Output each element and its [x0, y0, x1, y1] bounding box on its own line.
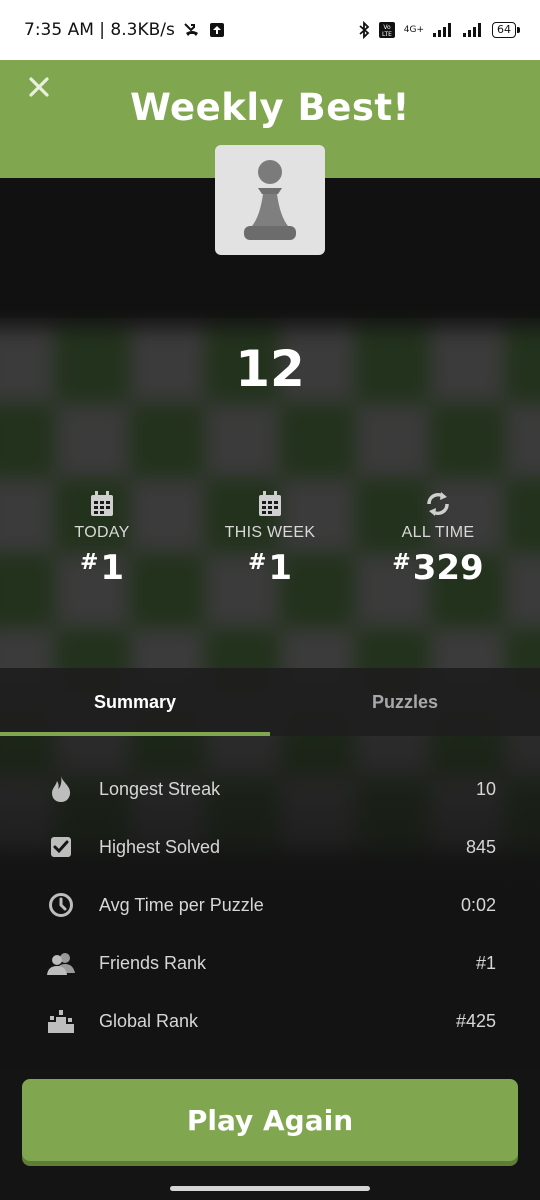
row-value: 0:02	[460, 894, 496, 915]
stat-label: ALL TIME	[401, 524, 475, 541]
friends-icon	[47, 953, 75, 975]
refresh-icon	[427, 492, 449, 516]
flame-icon	[52, 776, 71, 802]
row-value: 845	[465, 836, 496, 857]
stat-this-week: THIS WEEK #1	[180, 490, 360, 588]
stat-value: #329	[392, 548, 484, 588]
tab-bar: Summary Puzzles	[0, 668, 540, 736]
calendar-icon	[91, 491, 113, 516]
stat-label: THIS WEEK	[224, 524, 316, 541]
page-title: Weekly Best!	[130, 86, 410, 129]
bluetooth-icon	[358, 21, 370, 39]
podium-icon	[48, 1010, 74, 1033]
tab-summary[interactable]: Summary	[0, 668, 270, 736]
stat-number: 329	[412, 548, 484, 588]
summary-row-global-rank: Global Rank #425	[0, 992, 540, 1050]
tab-puzzles[interactable]: Puzzles	[270, 668, 540, 736]
stat-label: TODAY	[74, 524, 130, 541]
summary-row-avg-time: Avg Time per Puzzle 0:02	[0, 876, 540, 934]
summary-row-friends-rank: Friends Rank #1	[0, 934, 540, 992]
stat-number: 1	[100, 548, 125, 588]
row-value: #1	[475, 952, 496, 973]
upload-icon	[209, 22, 225, 38]
summary-row-highest-solved: Highest Solved 845	[0, 818, 540, 876]
row-label: Longest Streak	[99, 778, 221, 799]
home-indicator[interactable]	[170, 1186, 370, 1191]
status-bar: 7:35 AM | 8.3KB/s Vo LTE 4G+ 64	[0, 0, 540, 60]
clock-icon	[49, 893, 73, 917]
stat-value: #1	[79, 548, 125, 588]
stat-all-time: ALL TIME #329	[348, 490, 528, 588]
volte-icon: Vo LTE	[378, 21, 396, 39]
pawn-icon	[244, 160, 296, 240]
checkbox-icon	[51, 837, 71, 857]
signal-icon	[432, 22, 454, 38]
row-label: Global Rank	[99, 1010, 199, 1031]
svg-text:Vo: Vo	[383, 24, 391, 31]
network-type: 4G+	[403, 25, 424, 35]
signal-icon-2	[462, 22, 484, 38]
row-value: 10	[475, 778, 496, 799]
score-value: 12	[235, 340, 305, 398]
battery-icon: 64	[492, 22, 520, 38]
summary-row-longest-streak: Longest Streak 10	[0, 760, 540, 818]
rank-stats: TODAY #1 THIS WEEK #1 ALL TIME #329	[0, 490, 540, 600]
status-time: 7:35 AM | 8.3KB/s	[24, 20, 175, 40]
play-again-button[interactable]: Play Again	[22, 1079, 518, 1161]
pawn-tile	[215, 145, 325, 255]
missed-call-icon	[183, 22, 201, 38]
row-label: Highest Solved	[99, 836, 221, 857]
summary-list: Longest Streak 10 Highest Solved 845 Avg…	[0, 760, 540, 1050]
row-label: Avg Time per Puzzle	[99, 894, 264, 915]
status-left: 7:35 AM | 8.3KB/s	[24, 20, 225, 40]
svg-text:LTE: LTE	[382, 31, 392, 38]
stat-number: 1	[268, 548, 293, 588]
status-right: Vo LTE 4G+ 64	[358, 21, 520, 39]
row-label: Friends Rank	[99, 952, 207, 973]
row-value: #425	[455, 1010, 496, 1031]
calendar-icon	[259, 491, 281, 516]
stat-today: TODAY #1	[12, 490, 192, 588]
stat-value: #1	[247, 548, 293, 588]
